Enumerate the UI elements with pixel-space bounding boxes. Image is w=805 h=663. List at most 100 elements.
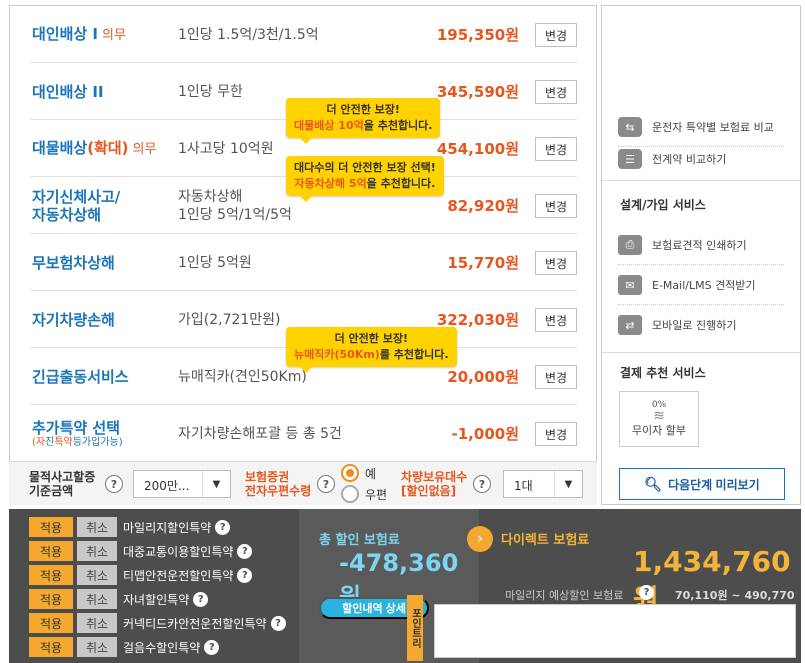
summary-bar: 적용 취소 마일리지할인특약 ? 적용 취소 대중교통이용할인특약 ? 적용 취… <box>9 509 801 663</box>
apply-button[interactable]: 적용 <box>29 517 73 537</box>
coverage-price: 20,000원 <box>447 368 519 386</box>
mobile-continue[interactable]: ⇄ 모바일로 진행하기 <box>618 306 784 344</box>
coverage-name: 긴급출동서비스 <box>32 367 129 386</box>
document-icon: ☰ <box>618 149 642 169</box>
discount-row: 적용 취소 자녀할인특약 ? <box>29 587 209 611</box>
cancel-button[interactable]: 취소 <box>77 517 117 537</box>
coverage-name: 자기신체사고/ <box>32 187 121 206</box>
no-interest-installment[interactable]: 0% ≋ 무이자 할부 <box>619 391 699 447</box>
change-button[interactable]: 변경 <box>535 137 577 161</box>
change-button[interactable]: 변경 <box>535 422 577 446</box>
cancel-button[interactable]: 취소 <box>77 637 117 657</box>
chevron-down-icon: ▼ <box>554 471 582 497</box>
arrow-right-icon: › <box>467 526 493 552</box>
radio-post[interactable] <box>341 485 359 503</box>
radio-yes[interactable] <box>341 464 359 482</box>
help-icon[interactable]: ? <box>215 519 231 535</box>
coverage-price: 454,100원 <box>436 140 519 158</box>
change-button[interactable]: 변경 <box>535 80 577 104</box>
direct-premium-label: 다이렉트 보험료 <box>501 533 590 548</box>
discount-name: 대중교통이용할인특약 <box>123 544 234 559</box>
radio-post-label: 우편 <box>365 488 388 502</box>
discount-name: 커넥티드카안전운전할인특약 <box>123 616 267 631</box>
discount-row: 적용 취소 걸음수할인특약 ? <box>29 635 220 659</box>
apply-button[interactable]: 적용 <box>29 565 73 585</box>
search-icon: 🔍︎ <box>644 475 663 492</box>
change-button[interactable]: 변경 <box>535 365 577 389</box>
change-button[interactable]: 변경 <box>535 23 577 47</box>
chevron-down-icon: ▼ <box>202 471 230 497</box>
recommend-tooltip: 대다수의 더 안전한 보장 선택! 자동차상해 5억을 추천합니다. <box>286 156 444 202</box>
coverage-name: 대물배상 <box>32 138 88 157</box>
printer-icon: ⎙ <box>618 235 642 255</box>
pointree-tab[interactable]: 포인트리 <box>407 595 423 661</box>
property-threshold-label: 물적사고할증 기준금액 <box>29 470 96 498</box>
change-button[interactable]: 변경 <box>535 251 577 275</box>
coverage-price: -1,000원 <box>451 425 519 443</box>
coverage-price: 195,350원 <box>436 26 519 44</box>
coverage-panel: 대인배상 I 의무 1인당 1.5억/3천/1.5억 195,350원 변경 대인… <box>9 5 597 505</box>
mandatory-tag: 의무 <box>102 27 126 43</box>
discount-row: 적용 취소 마일리지할인특약 ? <box>29 515 231 539</box>
coverage-desc: 1인당 1.5억/3천/1.5억 <box>178 26 319 43</box>
mandatory-tag: 의무 <box>132 141 157 157</box>
previous-contract-compare[interactable]: ☰ 전계약 비교하기 <box>618 140 784 178</box>
coverage-name: 대인배상 II <box>32 82 104 101</box>
apply-button[interactable]: 적용 <box>29 589 73 609</box>
coverage-price: 15,770원 <box>447 254 519 272</box>
coverage-desc: 자동차상해 <box>178 188 243 205</box>
property-threshold-select[interactable]: 200만... ▼ <box>133 470 231 498</box>
side-panel: ⇆ 운전자 특약별 보험료 비교 ☰ 전계약 비교하기 설계/가입 서비스 ⎙ 보험료… <box>601 5 801 505</box>
car-count-select[interactable]: 1대 ▼ <box>503 470 583 498</box>
change-button[interactable]: 변경 <box>535 194 577 218</box>
compare-icon: ⇆ <box>618 117 642 137</box>
discount-row: 적용 취소 대중교통이용할인특약 ? <box>29 539 253 563</box>
apply-button[interactable]: 적용 <box>29 541 73 561</box>
help-icon[interactable]: ? <box>639 585 654 600</box>
help-icon[interactable]: ? <box>105 475 123 493</box>
change-button[interactable]: 변경 <box>535 308 577 332</box>
help-icon[interactable]: ? <box>473 475 491 493</box>
discount-name: 마일리지할인특약 <box>123 520 212 535</box>
mail-icon: ✉ <box>618 275 642 295</box>
coverage-desc: 자기차량손해포괄 등 총 5건 <box>178 425 342 442</box>
shuffle-icon: ⇄ <box>618 315 642 335</box>
cancel-button[interactable]: 취소 <box>77 613 117 633</box>
coverage-desc: 가입(2,721만원) <box>178 311 281 328</box>
section-title: 결제 추천 서비스 <box>620 366 706 380</box>
coverage-name: 무보험차상해 <box>32 253 115 272</box>
coverage-name: 대인배상 I <box>32 24 99 43</box>
cancel-button[interactable]: 취소 <box>77 541 117 561</box>
help-icon[interactable]: ? <box>270 615 286 631</box>
cancel-button[interactable]: 취소 <box>77 565 117 585</box>
coverage-name-line2: 자동차상해 <box>32 205 102 224</box>
coverage-note: (자진특약등가입가능) <box>32 436 123 448</box>
coverage-name-extra: (확대) <box>87 138 129 157</box>
print-estimate[interactable]: ⎙ 보험료견적 인쇄하기 <box>618 226 784 264</box>
car-count-label: 차량보유대수 [할인없음] <box>401 470 468 498</box>
overlay-box <box>434 604 796 658</box>
section-title: 설계/가입 서비스 <box>620 198 706 212</box>
discount-name: 걸음수할인특약 <box>123 640 201 655</box>
help-icon[interactable]: ? <box>204 639 220 655</box>
coverage-desc: 1인당 5억원 <box>178 254 252 271</box>
help-icon[interactable]: ? <box>193 591 209 607</box>
next-step-preview-button[interactable]: 🔍︎ 다음단계 미리보기 <box>619 468 785 500</box>
discount-row: 적용 취소 티맵안전운전할인특약 ? <box>29 563 253 587</box>
help-icon[interactable]: ? <box>237 543 253 559</box>
help-icon[interactable]: ? <box>317 475 335 493</box>
cancel-button[interactable]: 취소 <box>77 589 117 609</box>
email-estimate[interactable]: ✉ E-Mail/LMS 견적받기 <box>618 266 784 304</box>
apply-button[interactable]: 적용 <box>29 613 73 633</box>
recommend-tooltip: 더 안전한 보장! 뉴매직카(50Km)를 추천합니다. <box>286 327 457 373</box>
help-icon[interactable]: ? <box>237 567 253 583</box>
apply-button[interactable]: 적용 <box>29 637 73 657</box>
total-discount-label: 총 할인 보험료 <box>319 533 400 548</box>
coverage-name: 추가특약 선택 <box>32 418 121 437</box>
coverage-desc: 1사고당 10억원 <box>178 140 274 157</box>
coverage-row: 추가특약 선택 (자진특약등가입가능) 자기차량손해포괄 등 총 5건 -1,00… <box>30 405 577 462</box>
coverage-row: 대인배상 I 의무 1인당 1.5억/3천/1.5억 195,350원 변경 <box>30 6 577 63</box>
discount-row: 적용 취소 커넥티드카안전운전할인특약 ? <box>29 611 286 635</box>
discount-name: 티맵안전운전할인특약 <box>123 568 234 583</box>
coverage-desc-line2: 1인당 5억/1억/5억 <box>178 206 292 223</box>
